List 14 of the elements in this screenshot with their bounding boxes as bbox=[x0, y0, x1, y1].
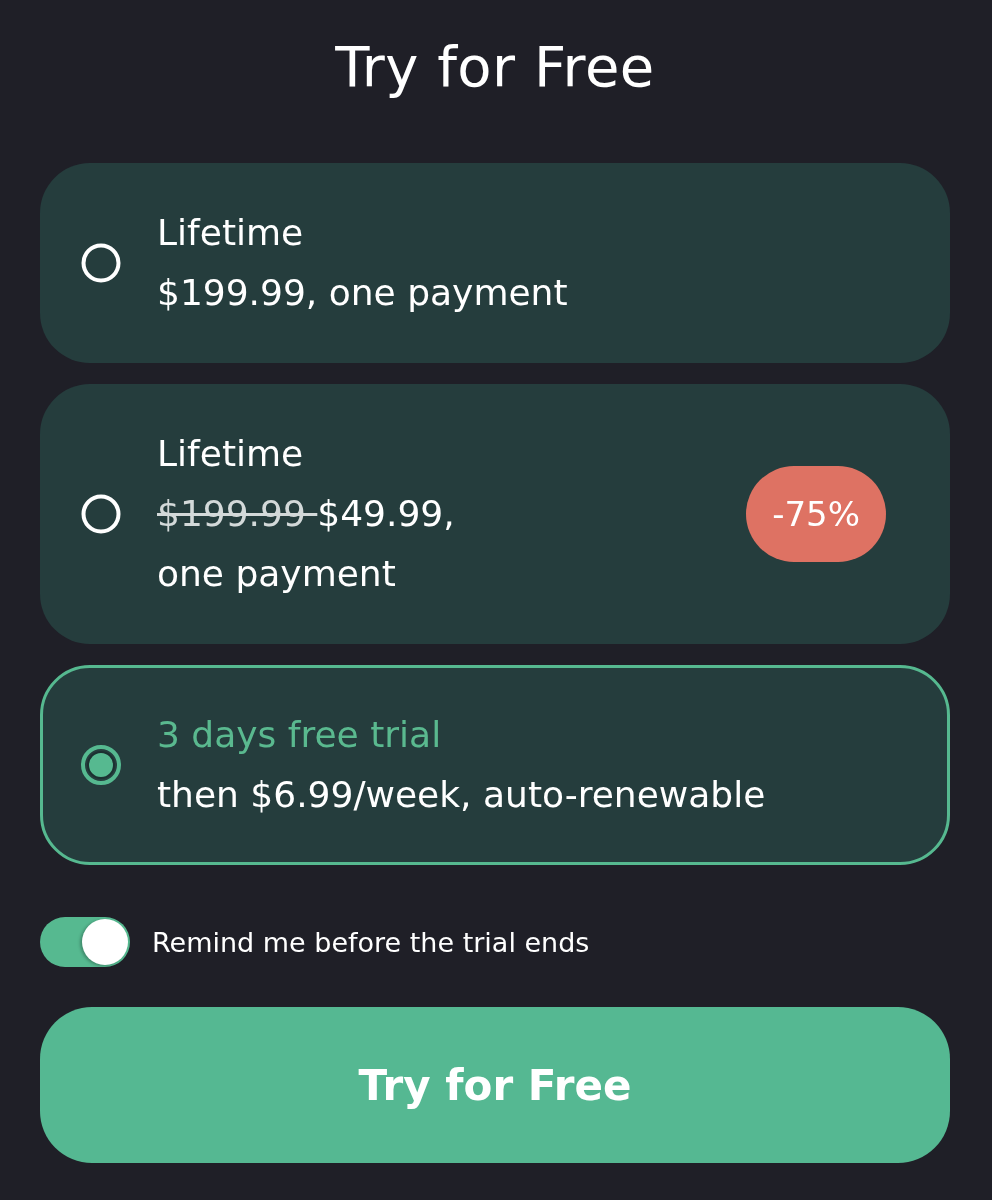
plan-option-card[interactable]: 3 days free trial then $6.99/week, auto-renewable bbox=[40, 665, 950, 865]
plan-price: $199.99 $49.99, one payment bbox=[157, 492, 456, 596]
plan-name: 3 days free trial bbox=[157, 713, 443, 757]
page-title: Try for Free bbox=[335, 33, 655, 101]
plan-option-card[interactable]: Lifetime $199.99 $49.99, one payment -75% bbox=[40, 384, 950, 644]
plan-name: Lifetime bbox=[157, 432, 305, 476]
plan-option-card[interactable]: Lifetime $199.99, one payment bbox=[40, 163, 950, 363]
plan-price: then $6.99/week, auto-renewable bbox=[157, 773, 767, 817]
radio-icon[interactable] bbox=[81, 745, 121, 785]
reminder-label: Remind me before the trial ends bbox=[152, 926, 590, 958]
plan-name: Lifetime bbox=[157, 211, 305, 255]
plan-price: $199.99, one payment bbox=[157, 271, 569, 315]
discount-badge: -75% bbox=[746, 466, 886, 562]
reminder-toggle[interactable] bbox=[40, 917, 130, 967]
